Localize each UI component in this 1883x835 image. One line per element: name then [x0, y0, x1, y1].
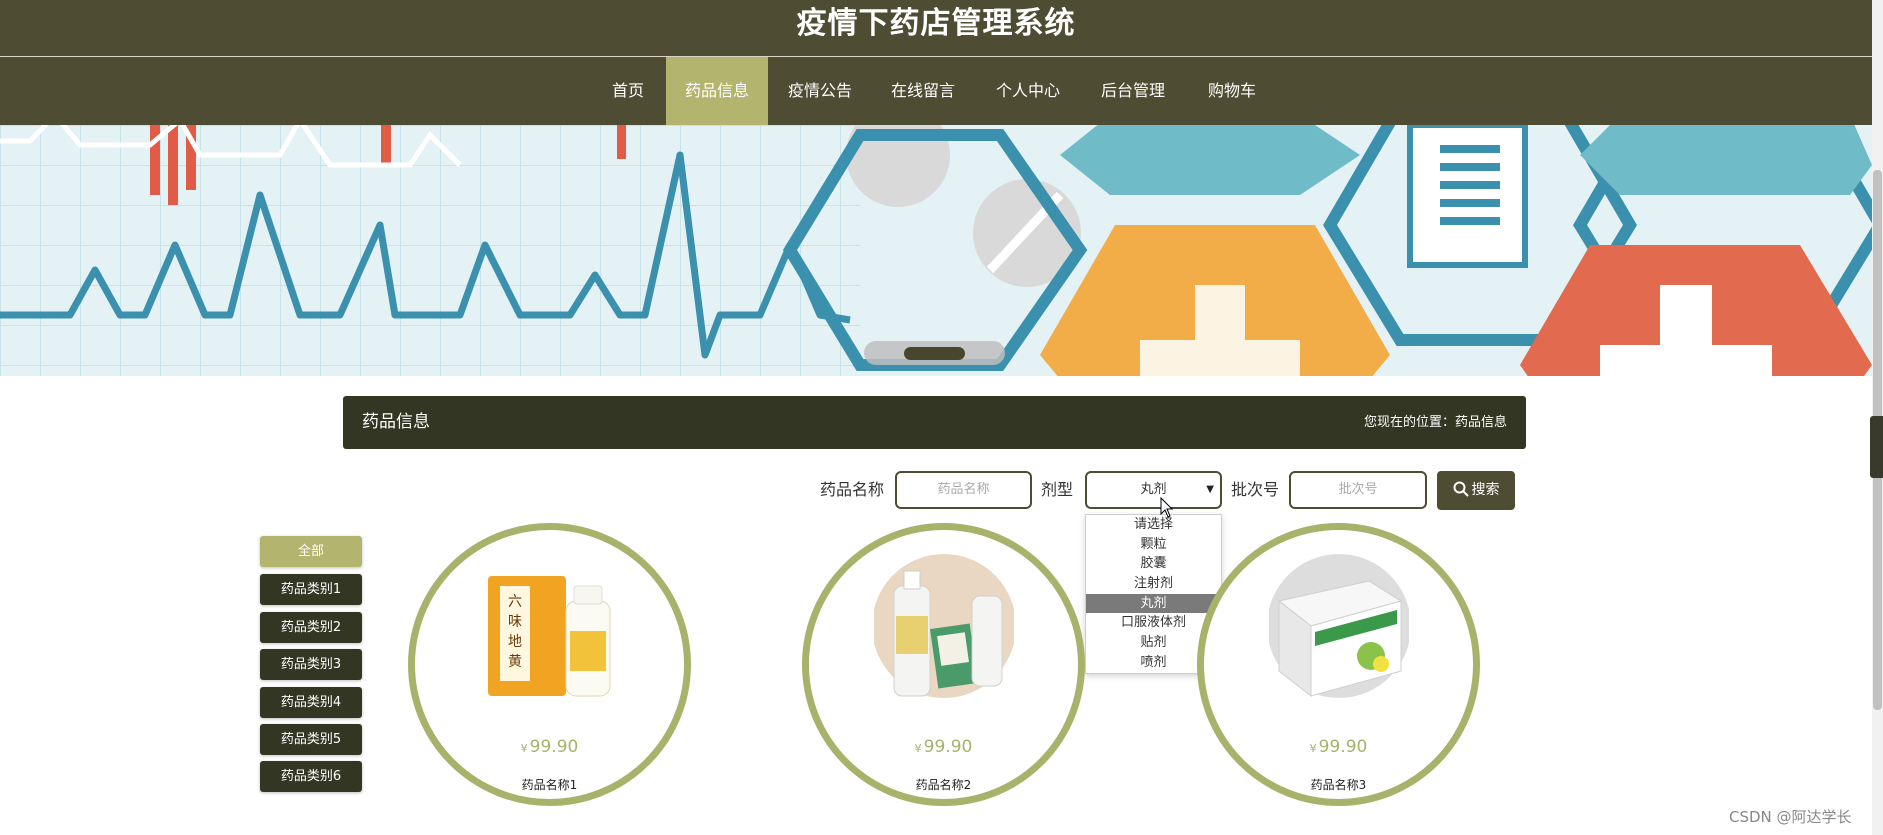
carousel-indicator-active[interactable] [904, 347, 965, 360]
product-card[interactable]: 六 味 地 黄 ¥99.90 药品名称1 [408, 523, 691, 806]
dosage-form-select[interactable]: 丸剂 ▼ [1085, 471, 1222, 509]
svg-text:味: 味 [508, 614, 522, 630]
search-button-label: 搜索 [1471, 482, 1500, 498]
svg-text:六: 六 [508, 594, 522, 610]
product-price: ¥99.90 [520, 737, 579, 757]
svg-text:地: 地 [508, 634, 522, 650]
banner-carousel[interactable] [0, 125, 1872, 376]
search-button[interactable]: 搜索 [1437, 471, 1515, 510]
product-card[interactable]: ¥99.90 药品名称3 [1197, 523, 1480, 806]
category-item[interactable]: 药品类别6 [260, 761, 362, 792]
nav-item-admin[interactable]: 后台管理 [1092, 57, 1174, 125]
site-title: 疫情下药店管理系统 [796, 6, 1076, 41]
nav-item-drug-info[interactable]: 药品信息 [666, 57, 768, 125]
svg-text:黄: 黄 [508, 653, 522, 670]
drug-name-input[interactable]: 药品名称 [895, 471, 1032, 509]
dropdown-option[interactable]: 注射剂 [1086, 574, 1221, 594]
category-item[interactable]: 药品类别5 [260, 724, 362, 755]
nav-item-messages[interactable]: 在线留言 [882, 57, 964, 125]
search-icon [1453, 481, 1469, 497]
product-image-liuwei-dihuang-pills: 六 味 地 黄 [488, 576, 611, 697]
nav-item-cart[interactable]: 购物车 [1200, 57, 1264, 125]
dosage-form-selected-value: 丸剂 [1140, 482, 1167, 497]
product-image-bottles [874, 554, 1014, 698]
category-item[interactable]: 药品类别3 [260, 649, 362, 680]
product-name[interactable]: 药品名称3 [1204, 776, 1473, 793]
product-image-medicine-box [1269, 554, 1409, 698]
category-item[interactable]: 药品类别2 [260, 612, 362, 643]
breadcrumb-location: 您现在的位置：药品信息 [1363, 415, 1507, 430]
product-price: ¥99.90 [1309, 737, 1368, 757]
mouse-cursor-icon [1160, 497, 1174, 518]
drug-name-label: 药品名称 [820, 480, 885, 499]
nav-item-home[interactable]: 首页 [600, 57, 656, 125]
section-title-bar: 药品信息 您现在的位置：药品信息 [343, 396, 1526, 449]
dosage-form-label: 剂型 [1041, 480, 1074, 499]
watermark: CSDN @阿达学长 [1729, 808, 1852, 826]
section-title: 药品信息 [362, 412, 430, 432]
nav-item-profile[interactable]: 个人中心 [987, 57, 1069, 125]
product-name[interactable]: 药品名称1 [415, 776, 684, 793]
product-card[interactable]: ¥99.90 药品名称2 [802, 523, 1085, 806]
banner-medical-illustration [0, 125, 1872, 376]
header-bar: 疫情下药店管理系统 [0, 0, 1872, 56]
category-item[interactable]: 药品类别1 [260, 574, 362, 605]
main-nav: 首页 药品信息 疫情公告 在线留言 个人中心 后台管理 购物车 [0, 57, 1872, 125]
dropdown-option-selected[interactable]: 丸剂 [1086, 593, 1221, 614]
dropdown-option[interactable]: 胶囊 [1086, 554, 1221, 574]
chevron-down-icon: ▼ [1206, 484, 1214, 495]
nav-item-epidemic-notice[interactable]: 疫情公告 [779, 57, 861, 125]
product-name[interactable]: 药品名称2 [809, 776, 1078, 793]
product-price: ¥99.90 [914, 737, 973, 757]
side-float-tab[interactable] [1870, 416, 1883, 478]
dropdown-option[interactable]: 颗粒 [1086, 535, 1221, 555]
batch-number-label: 批次号 [1231, 480, 1280, 499]
category-item[interactable]: 药品类别4 [260, 687, 362, 718]
batch-number-input[interactable]: 批次号 [1289, 471, 1427, 509]
dropdown-option[interactable]: 请选择 [1086, 515, 1221, 535]
category-all[interactable]: 全部 [260, 536, 362, 567]
